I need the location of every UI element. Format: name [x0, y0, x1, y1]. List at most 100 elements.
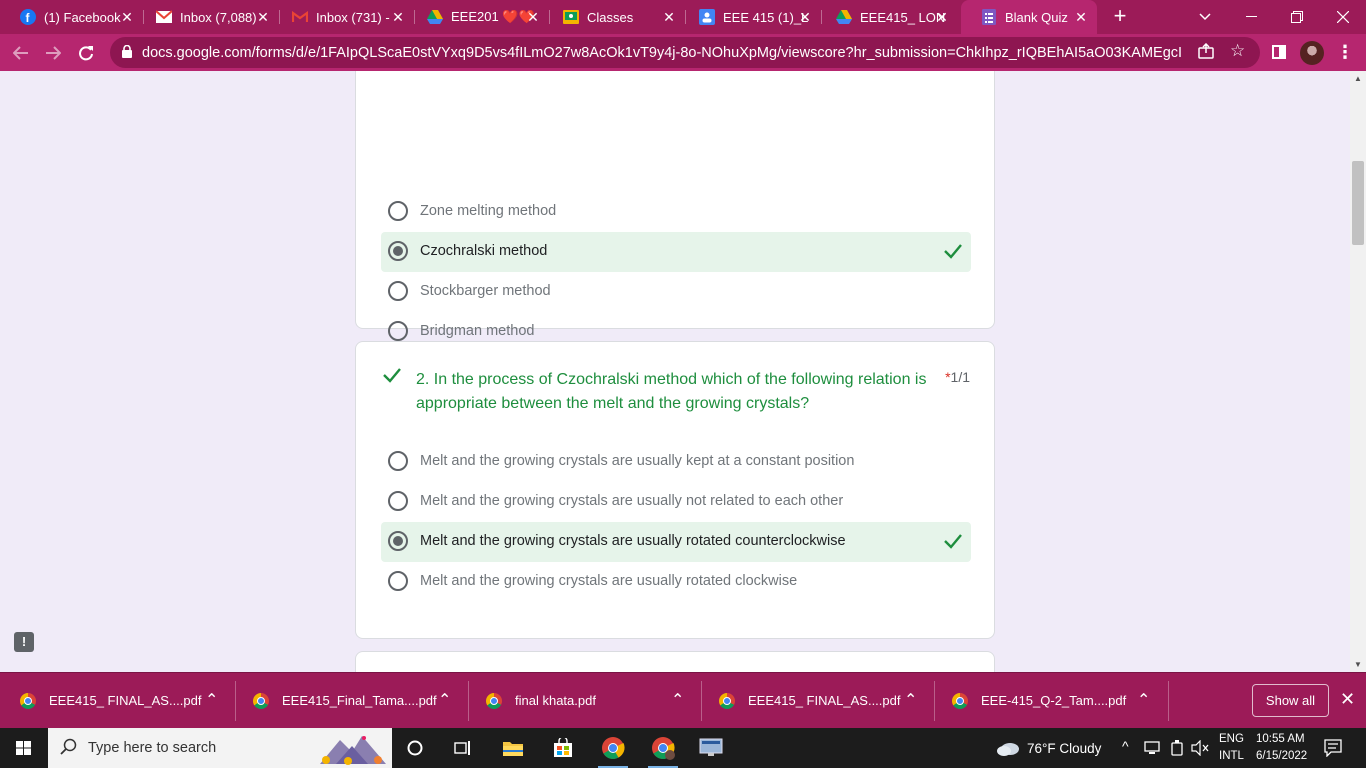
q1-option-stockbarger[interactable]: Stockbarger method	[381, 272, 971, 312]
tab-drive-eee415[interactable]: EEE415_ LON ✕	[816, 0, 958, 34]
question-score: *1/1	[945, 369, 970, 385]
profile-avatar[interactable]	[1300, 41, 1324, 65]
new-tab-button[interactable]: +	[1108, 5, 1132, 29]
weather-text[interactable]: 76°F Cloudy	[1027, 741, 1101, 756]
close-window-button[interactable]	[1320, 0, 1366, 34]
radio-button-selected[interactable]	[388, 531, 408, 551]
input-language-top[interactable]: ENG	[1219, 733, 1244, 745]
chevron-up-icon[interactable]: ⌃	[1137, 690, 1150, 710]
close-tab-icon[interactable]: ✕	[119, 9, 135, 25]
scroll-down-arrow-icon[interactable]: ▼	[1354, 660, 1362, 669]
tab-facebook[interactable]: f (1) Facebook ✕	[0, 0, 143, 34]
forward-button[interactable]	[40, 40, 66, 66]
battery-plug-icon[interactable]	[1170, 740, 1184, 756]
action-center-notification-icon[interactable]	[1324, 739, 1342, 757]
tab-gmail-inbox-2[interactable]: Inbox (731) - ✕	[272, 0, 414, 34]
question-card-1: Zone melting method Czochralski method S…	[355, 71, 995, 341]
download-item[interactable]: EEE415_ FINAL_AS....pdf ⌃	[699, 673, 932, 729]
radio-button[interactable]	[388, 571, 408, 591]
download-item[interactable]: EEE415_Final_Tama....pdf ⌃	[233, 673, 466, 729]
tab-gmail-inbox[interactable]: Inbox (7,088) ✕	[136, 0, 279, 34]
radio-button[interactable]	[388, 451, 408, 471]
q2-option-constant-position[interactable]: Melt and the growing crystals are usuall…	[381, 442, 971, 482]
report-feedback-icon[interactable]: !	[14, 632, 34, 652]
chrome-icon	[952, 693, 968, 709]
cloudy-weather-icon	[997, 743, 1019, 756]
chevron-up-icon[interactable]: ⌃	[438, 690, 451, 710]
volume-muted-icon[interactable]	[1191, 740, 1209, 756]
clock-date[interactable]: 6/15/2022	[1256, 750, 1307, 762]
file-explorer-button[interactable]	[490, 728, 536, 768]
task-view-button[interactable]	[440, 728, 486, 768]
side-panel-icon[interactable]	[1272, 45, 1286, 59]
q2-option-clockwise[interactable]: Melt and the growing crystals are usuall…	[381, 562, 971, 602]
close-tab-icon[interactable]: ✕	[255, 9, 271, 25]
q1-option-czochralski[interactable]: Czochralski method	[381, 232, 971, 272]
bookmark-star-icon[interactable]: ☆	[1230, 41, 1245, 61]
close-tab-icon[interactable]: ✕	[934, 9, 950, 25]
reload-icon	[79, 46, 93, 61]
close-tab-icon[interactable]: ✕	[525, 9, 541, 25]
download-item[interactable]: final khata.pdf ⌃	[466, 673, 699, 729]
close-downloads-icon[interactable]: ✕	[1340, 689, 1355, 710]
radio-button[interactable]	[388, 491, 408, 511]
page-scrollbar[interactable]: ▲ ▼	[1350, 71, 1366, 672]
q2-option-counterclockwise[interactable]: Melt and the growing crystals are usuall…	[381, 522, 971, 562]
url-text[interactable]: docs.google.com/forms/d/e/1FAIpQLScaE0st…	[142, 45, 1182, 61]
cortana-button[interactable]	[392, 728, 438, 768]
store-bag-icon	[554, 738, 572, 757]
arrow-left-icon	[13, 46, 28, 60]
minimize-button[interactable]	[1228, 0, 1274, 34]
chevron-up-icon[interactable]: ⌃	[205, 690, 218, 710]
omnibox[interactable]: docs.google.com/forms/d/e/1FAIpQLScaE0st…	[110, 37, 1260, 68]
clock-time[interactable]: 10:55 AM	[1256, 733, 1305, 745]
radio-button-selected[interactable]	[388, 241, 408, 261]
show-hidden-icons-chevron-icon[interactable]: ^	[1122, 738, 1129, 754]
remote-desktop-button[interactable]	[688, 728, 734, 768]
tab-classroom[interactable]: Classes ✕	[543, 0, 685, 34]
google-drive-icon	[836, 9, 852, 25]
start-button[interactable]	[0, 728, 48, 768]
radio-button[interactable]	[388, 201, 408, 221]
close-tab-icon[interactable]: ✕	[390, 9, 406, 25]
download-item[interactable]: EEE415_ FINAL_AS....pdf ⌃	[0, 673, 233, 729]
windows-logo-icon	[16, 741, 31, 755]
close-tab-icon[interactable]: ✕	[661, 9, 677, 25]
network-icon[interactable]	[1144, 741, 1162, 755]
download-filename: final khata.pdf	[515, 693, 596, 708]
tab-eee415-meet[interactable]: EEE 415 (1)_L ✕	[679, 0, 821, 34]
close-tab-icon[interactable]: ✕	[797, 9, 813, 25]
radio-button[interactable]	[388, 321, 408, 341]
tab-blank-quiz[interactable]: Blank Quiz ✕	[961, 0, 1097, 34]
question-title: 2. In the process of Czochralski method …	[416, 371, 927, 412]
chevron-up-icon[interactable]: ⌃	[904, 690, 917, 710]
form-page: Zone melting method Czochralski method S…	[0, 71, 1366, 672]
scroll-up-arrow-icon[interactable]: ▲	[1354, 74, 1362, 83]
scrollbar-thumb[interactable]	[1352, 161, 1364, 245]
chrome-menu-icon[interactable]: ⋮	[1336, 42, 1354, 63]
q2-option-not-related[interactable]: Melt and the growing crystals are usuall…	[381, 482, 971, 522]
back-button[interactable]	[8, 40, 34, 66]
chrome-profile-taskbar-button[interactable]	[640, 728, 686, 768]
show-all-downloads-button[interactable]: Show all	[1252, 684, 1329, 717]
tab-drive-eee201[interactable]: EEE201 ❤️❤️ ✕	[407, 0, 549, 34]
question-card-2: 2. In the process of Czochralski method …	[355, 341, 995, 639]
chrome-taskbar-button[interactable]	[590, 728, 636, 768]
q1-option-zone-melting[interactable]: Zone melting method	[381, 192, 971, 232]
chevron-up-icon[interactable]: ⌃	[671, 690, 684, 710]
radio-button[interactable]	[388, 281, 408, 301]
taskbar-search-box[interactable]: Type here to search	[48, 728, 392, 768]
option-label: Melt and the growing crystals are usuall…	[420, 453, 855, 469]
close-tab-icon[interactable]: ✕	[1073, 9, 1089, 25]
input-language-bottom[interactable]: INTL	[1219, 750, 1244, 762]
chrome-icon	[719, 693, 735, 709]
microsoft-store-button[interactable]	[540, 728, 586, 768]
restore-button[interactable]	[1274, 0, 1320, 34]
chrome-icon	[253, 693, 269, 709]
reload-button[interactable]	[73, 40, 99, 66]
share-icon[interactable]	[1198, 43, 1214, 59]
tab-search-button[interactable]	[1182, 0, 1228, 34]
search-placeholder: Type here to search	[88, 740, 217, 756]
download-item[interactable]: EEE-415_Q-2_Tam....pdf ⌃	[932, 673, 1165, 729]
chrome-icon	[20, 693, 36, 709]
